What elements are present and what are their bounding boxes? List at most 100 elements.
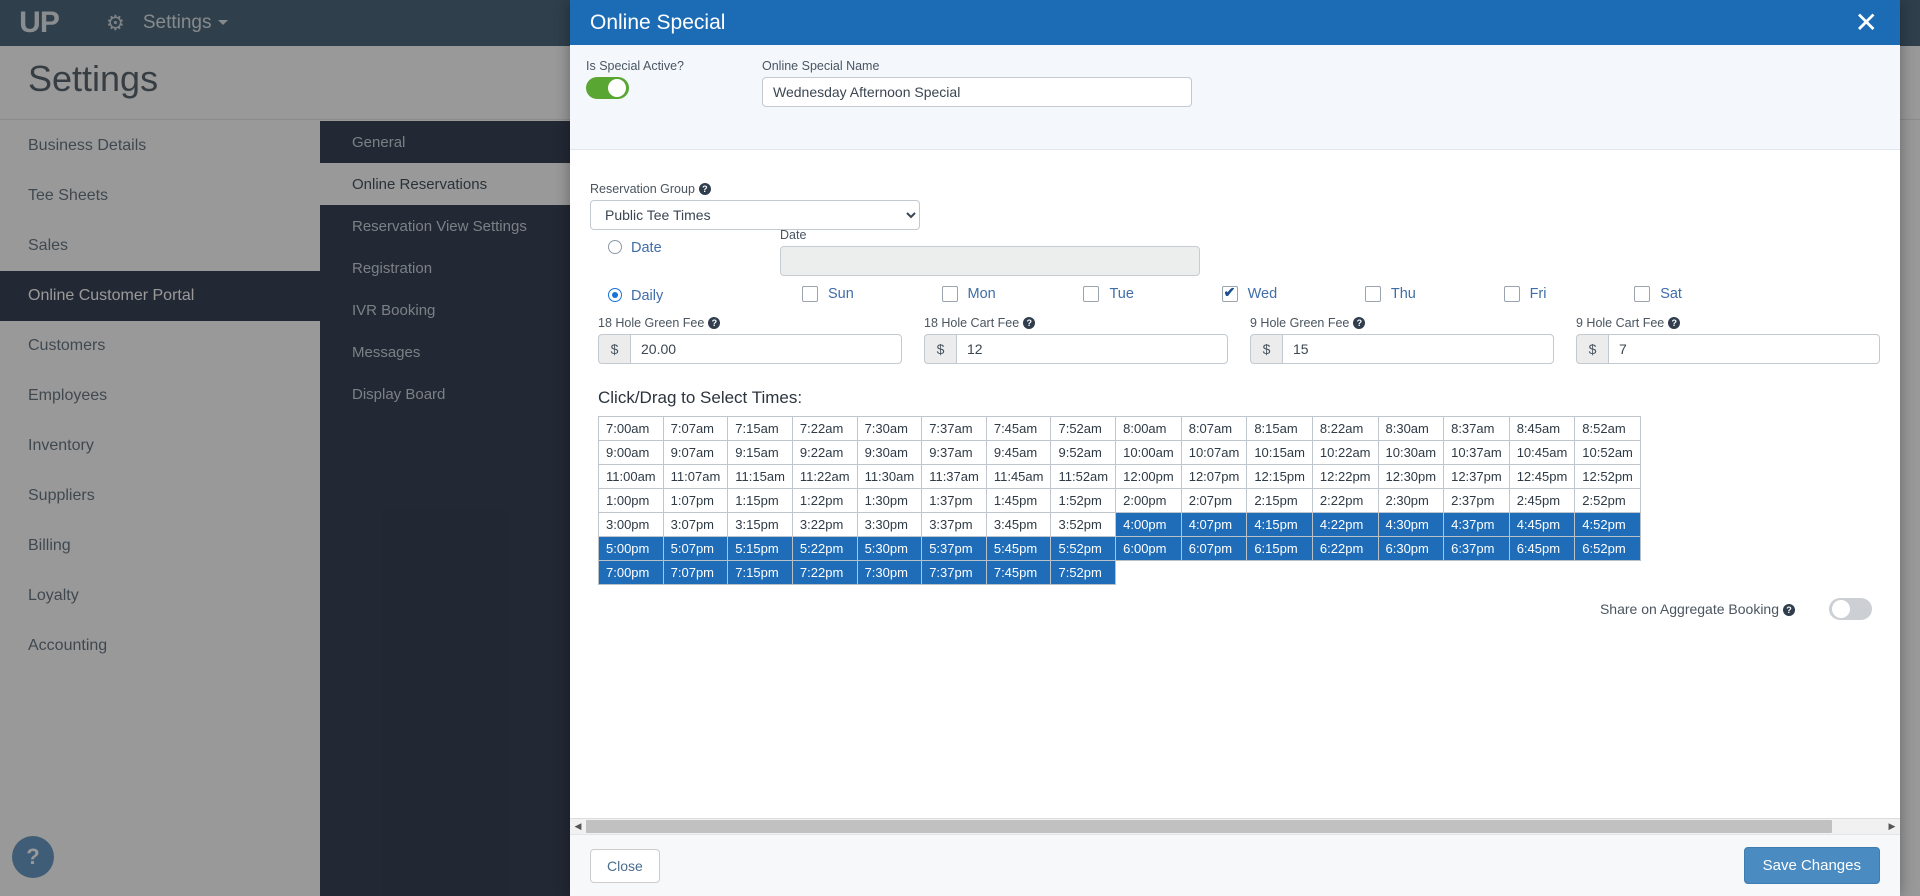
time-slot[interactable]: 9:45am: [985, 440, 1052, 465]
time-slot[interactable]: 1:37pm: [921, 488, 987, 513]
time-slot[interactable]: 5:30pm: [856, 536, 923, 561]
time-slot[interactable]: 1:52pm: [1050, 488, 1117, 513]
time-slot[interactable]: 8:15am: [1246, 416, 1313, 441]
time-slot[interactable]: 3:52pm: [1050, 512, 1117, 537]
time-slot[interactable]: 4:30pm: [1377, 512, 1445, 537]
time-slot[interactable]: 10:22am: [1311, 440, 1379, 465]
checkbox-sat[interactable]: [1634, 286, 1651, 302]
fee-input[interactable]: [630, 334, 902, 364]
time-slot[interactable]: 4:45pm: [1508, 512, 1576, 537]
time-slot[interactable]: 7:37pm: [921, 560, 987, 585]
time-slot[interactable]: 6:07pm: [1180, 536, 1248, 561]
time-slot[interactable]: 12:00pm: [1115, 464, 1182, 489]
date-radio[interactable]: [608, 240, 622, 254]
time-slot[interactable]: 3:37pm: [921, 512, 987, 537]
time-slot[interactable]: 10:52am: [1574, 440, 1641, 465]
close-button[interactable]: Close: [590, 848, 660, 883]
scroll-right-arrow-icon[interactable]: ▶: [1884, 821, 1900, 832]
time-slot[interactable]: 2:30pm: [1377, 488, 1445, 513]
time-slot[interactable]: 7:45pm: [985, 560, 1052, 585]
time-slot[interactable]: 5:00pm: [598, 536, 664, 561]
time-slot[interactable]: 8:37am: [1443, 416, 1510, 441]
time-slot[interactable]: 3:45pm: [985, 512, 1052, 537]
time-slot[interactable]: 5:45pm: [985, 536, 1052, 561]
time-slot[interactable]: 7:22pm: [791, 560, 858, 585]
time-slot[interactable]: 7:15am: [727, 416, 793, 441]
time-slot[interactable]: 8:22am: [1311, 416, 1379, 441]
time-slot[interactable]: 5:07pm: [662, 536, 729, 561]
time-slot[interactable]: 1:07pm: [662, 488, 729, 513]
scrollbar-track[interactable]: [586, 820, 1884, 833]
time-slot[interactable]: 2:15pm: [1246, 488, 1313, 513]
time-slot[interactable]: 2:45pm: [1508, 488, 1576, 513]
time-slot[interactable]: 8:30am: [1377, 416, 1445, 441]
help-hint-icon[interactable]: ?: [698, 183, 711, 195]
time-slot[interactable]: 11:22am: [791, 464, 858, 489]
time-slot[interactable]: 1:30pm: [856, 488, 923, 513]
time-slot[interactable]: 7:15pm: [727, 560, 793, 585]
time-slot[interactable]: 7:07am: [662, 416, 729, 441]
time-slot[interactable]: 7:22am: [791, 416, 858, 441]
time-slot[interactable]: 6:52pm: [1574, 536, 1641, 561]
time-slot[interactable]: 11:00am: [598, 464, 664, 489]
time-slot[interactable]: 7:30pm: [856, 560, 923, 585]
time-slot[interactable]: 6:30pm: [1377, 536, 1445, 561]
time-slot[interactable]: 2:37pm: [1443, 488, 1510, 513]
time-slot[interactable]: 7:52pm: [1050, 560, 1117, 585]
time-slot[interactable]: 12:07pm: [1180, 464, 1248, 489]
day-checkbox-sun[interactable]: Sun: [802, 286, 854, 302]
time-slot[interactable]: 9:52am: [1050, 440, 1117, 465]
time-slot[interactable]: 9:15am: [727, 440, 793, 465]
time-slot[interactable]: 4:52pm: [1574, 512, 1641, 537]
day-checkbox-wed[interactable]: Wed: [1221, 284, 1277, 302]
date-input[interactable]: [780, 246, 1200, 276]
time-slot[interactable]: 3:00pm: [598, 512, 664, 537]
time-slot[interactable]: 10:45am: [1508, 440, 1576, 465]
daily-radio[interactable]: [608, 288, 622, 302]
time-slot[interactable]: 2:22pm: [1311, 488, 1379, 513]
time-slot[interactable]: 7:30am: [856, 416, 923, 441]
time-selection-grid[interactable]: 7:00am 7:07am 7:15am 7:22am 7:30am 7:37am 7:45…: [598, 416, 1641, 585]
fee-input[interactable]: [1608, 334, 1880, 364]
time-slot[interactable]: 7:52am: [1050, 416, 1117, 441]
time-slot[interactable]: 6:45pm: [1508, 536, 1576, 561]
time-slot[interactable]: 1:22pm: [791, 488, 858, 513]
scroll-left-arrow-icon[interactable]: ◀: [570, 821, 586, 832]
time-slot[interactable]: 1:00pm: [598, 488, 664, 513]
help-hint-icon[interactable]: ?: [1023, 317, 1036, 329]
help-hint-icon[interactable]: ?: [1783, 604, 1795, 616]
daily-radio-row[interactable]: Daily: [608, 288, 663, 304]
time-slot[interactable]: 9:00am: [598, 440, 664, 465]
time-slot[interactable]: 10:07am: [1180, 440, 1248, 465]
day-checkbox-thu[interactable]: Thu: [1364, 286, 1416, 302]
time-slot[interactable]: 5:15pm: [727, 536, 793, 561]
time-slot[interactable]: 11:07am: [662, 464, 729, 489]
time-slot[interactable]: 10:00am: [1115, 440, 1182, 465]
checkbox-thu[interactable]: [1364, 286, 1381, 302]
time-slot[interactable]: 5:37pm: [921, 536, 987, 561]
time-slot[interactable]: 2:00pm: [1115, 488, 1182, 513]
time-slot[interactable]: 7:45am: [985, 416, 1052, 441]
time-slot[interactable]: 8:00am: [1115, 416, 1182, 441]
reservation-group-select[interactable]: Public Tee Times: [590, 200, 920, 230]
day-checkbox-tue[interactable]: Tue: [1083, 286, 1134, 302]
time-slot[interactable]: 11:30am: [856, 464, 923, 489]
time-slot[interactable]: 1:15pm: [727, 488, 793, 513]
time-slot[interactable]: 6:22pm: [1311, 536, 1379, 561]
horizontal-scrollbar[interactable]: ◀ ▶: [570, 818, 1900, 834]
date-radio-row[interactable]: Date: [608, 240, 662, 256]
save-changes-button[interactable]: Save Changes: [1743, 847, 1880, 884]
time-slot[interactable]: 9:30am: [856, 440, 923, 465]
time-slot[interactable]: 3:07pm: [662, 512, 729, 537]
day-checkbox-mon[interactable]: Mon: [941, 286, 996, 302]
time-slot[interactable]: 5:22pm: [791, 536, 858, 561]
time-slot[interactable]: 7:00am: [598, 416, 664, 441]
time-slot[interactable]: 1:45pm: [985, 488, 1052, 513]
time-slot[interactable]: 6:00pm: [1115, 536, 1182, 561]
checkbox-tue[interactable]: [1083, 286, 1100, 302]
day-checkbox-sat[interactable]: Sat: [1634, 286, 1682, 302]
time-slot[interactable]: 2:52pm: [1574, 488, 1641, 513]
time-slot[interactable]: 2:07pm: [1180, 488, 1248, 513]
checkbox-fri[interactable]: [1503, 286, 1520, 302]
checkbox-wed[interactable]: [1221, 284, 1238, 302]
